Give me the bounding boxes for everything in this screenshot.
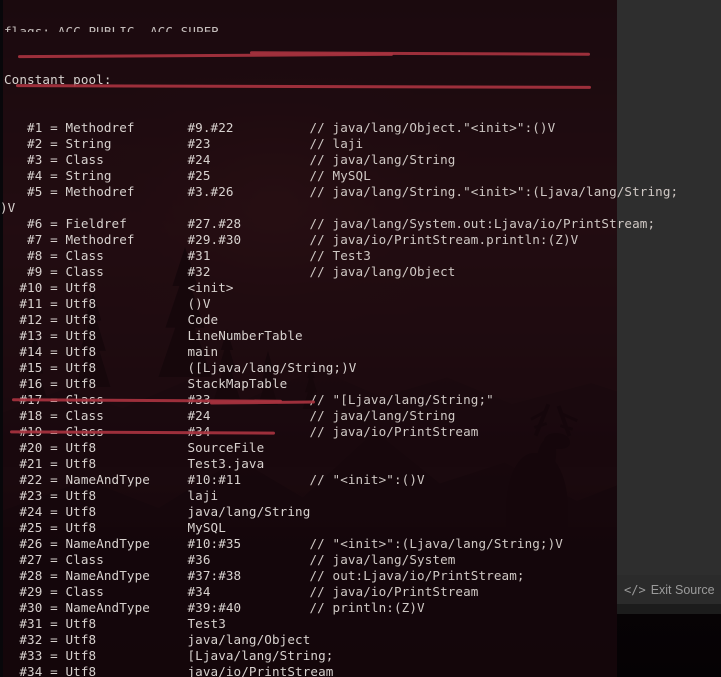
code-icon: </>	[624, 582, 646, 597]
exit-source-button[interactable]: </> Exit Source	[617, 575, 721, 604]
terminal-window[interactable]	[0, 0, 617, 677]
terminal-left-border	[0, 0, 3, 677]
screen: flags: ACC_PUBLIC, ACC_SUPER Constant po…	[0, 0, 721, 677]
desktop-side-panel-bottom	[617, 604, 721, 614]
exit-source-label: Exit Source	[650, 582, 715, 597]
desktop-side-panel	[617, 0, 721, 575]
